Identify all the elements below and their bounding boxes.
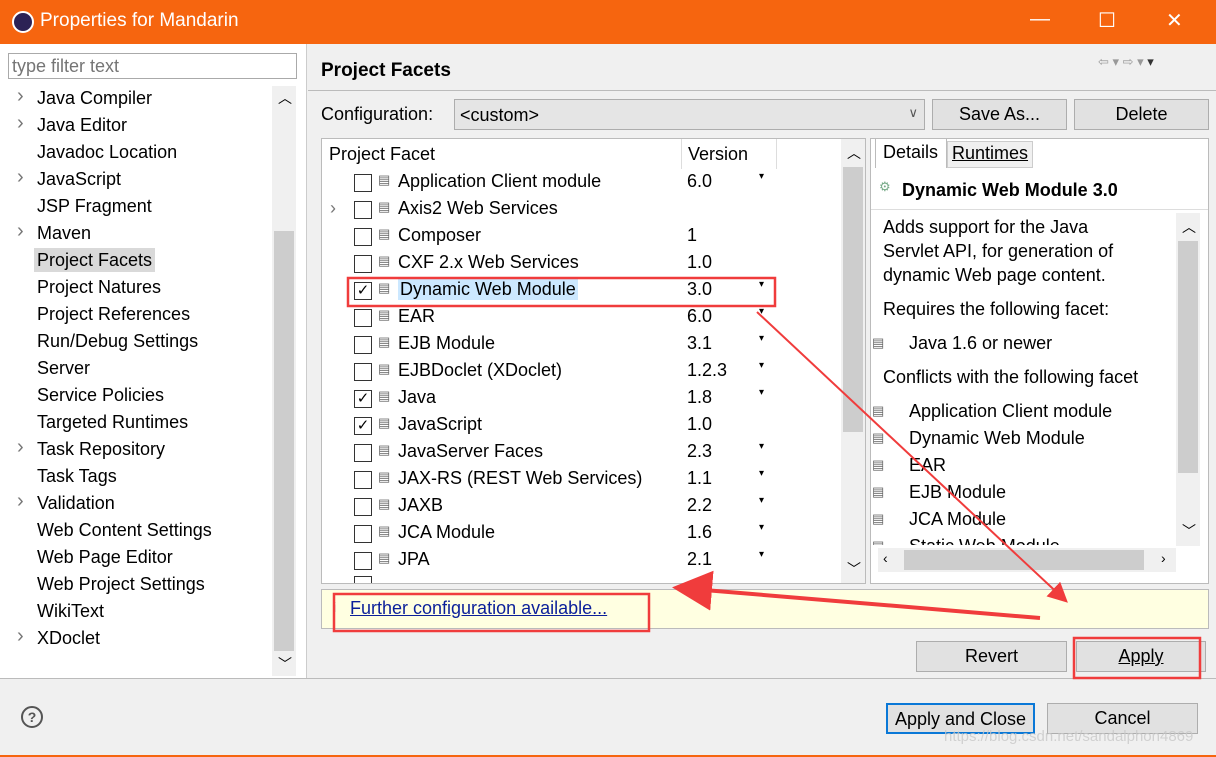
annotation-overlay [332,276,1202,680]
annotation-box-dynamic-web [346,276,777,308]
annotation-box-link [332,592,651,633]
annotation-arrow [756,311,1068,603]
annotation-arrow [672,570,1041,620]
annotation-box-apply [1072,636,1202,680]
